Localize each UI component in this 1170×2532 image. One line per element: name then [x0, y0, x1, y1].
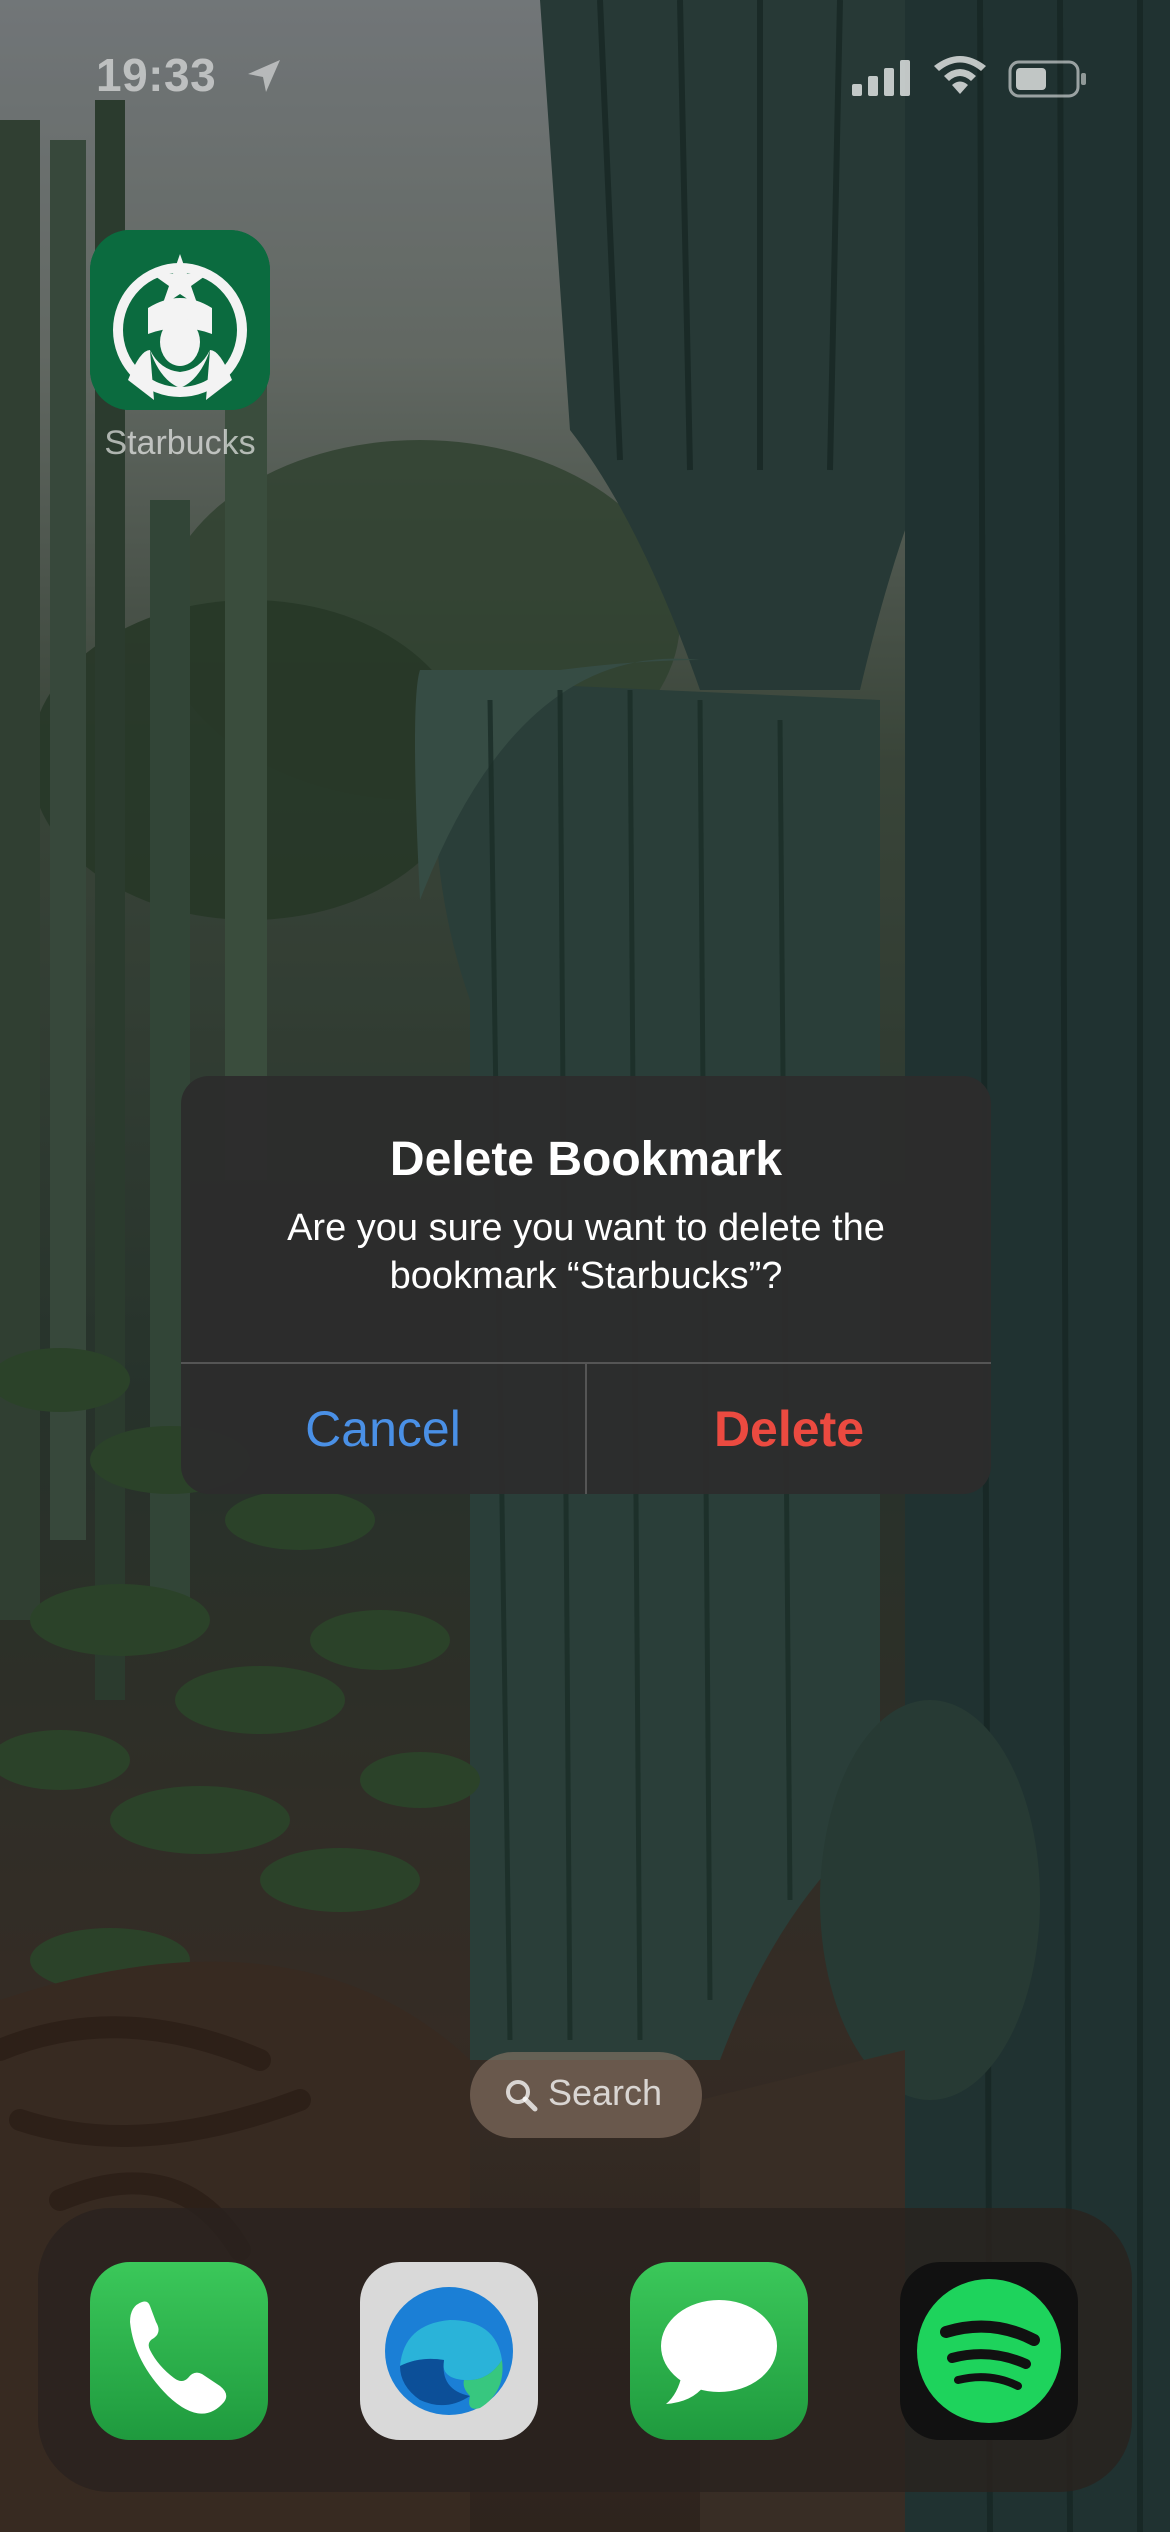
- status-time: 19:33: [96, 49, 217, 101]
- cellular-signal-icon: [852, 60, 910, 96]
- spotify-app-icon[interactable]: [900, 2262, 1078, 2440]
- starbucks-app-label: Starbucks: [104, 424, 256, 462]
- alert-message-line-2: bookmark “Starbucks”?: [389, 1255, 783, 1297]
- alert-title: Delete Bookmark: [389, 1133, 783, 1186]
- search-icon: [506, 2080, 538, 2112]
- dock: [38, 2208, 1132, 2492]
- search-label: Search: [548, 2072, 663, 2113]
- status-bar: 19:33: [0, 0, 1170, 150]
- location-arrow-icon: [248, 60, 280, 92]
- delete-button[interactable]: Delete: [587, 1364, 991, 1494]
- spotify-icon: [917, 2279, 1061, 2423]
- messages-app-icon[interactable]: [630, 2262, 808, 2440]
- home-search-button[interactable]: Search: [470, 2052, 702, 2138]
- alert-message: Are you sure you want to delete the book…: [241, 1204, 931, 1300]
- edge-app-icon[interactable]: [360, 2262, 538, 2440]
- alert-message-line-1: Are you sure you want to delete the: [287, 1207, 885, 1249]
- delete-bookmark-alert: Delete Bookmark Are you sure you want to…: [181, 1076, 991, 1494]
- battery-icon: [1008, 60, 1086, 98]
- phone-app-icon[interactable]: [90, 2262, 268, 2440]
- starbucks-app-icon[interactable]: [90, 230, 270, 410]
- cancel-button[interactable]: Cancel: [181, 1364, 585, 1494]
- edge-icon: [385, 2287, 513, 2415]
- messages-icon: [661, 2300, 777, 2404]
- wifi-icon: [934, 56, 986, 94]
- starbucks-siren-icon: [90, 230, 270, 410]
- phone-icon: [130, 2301, 227, 2414]
